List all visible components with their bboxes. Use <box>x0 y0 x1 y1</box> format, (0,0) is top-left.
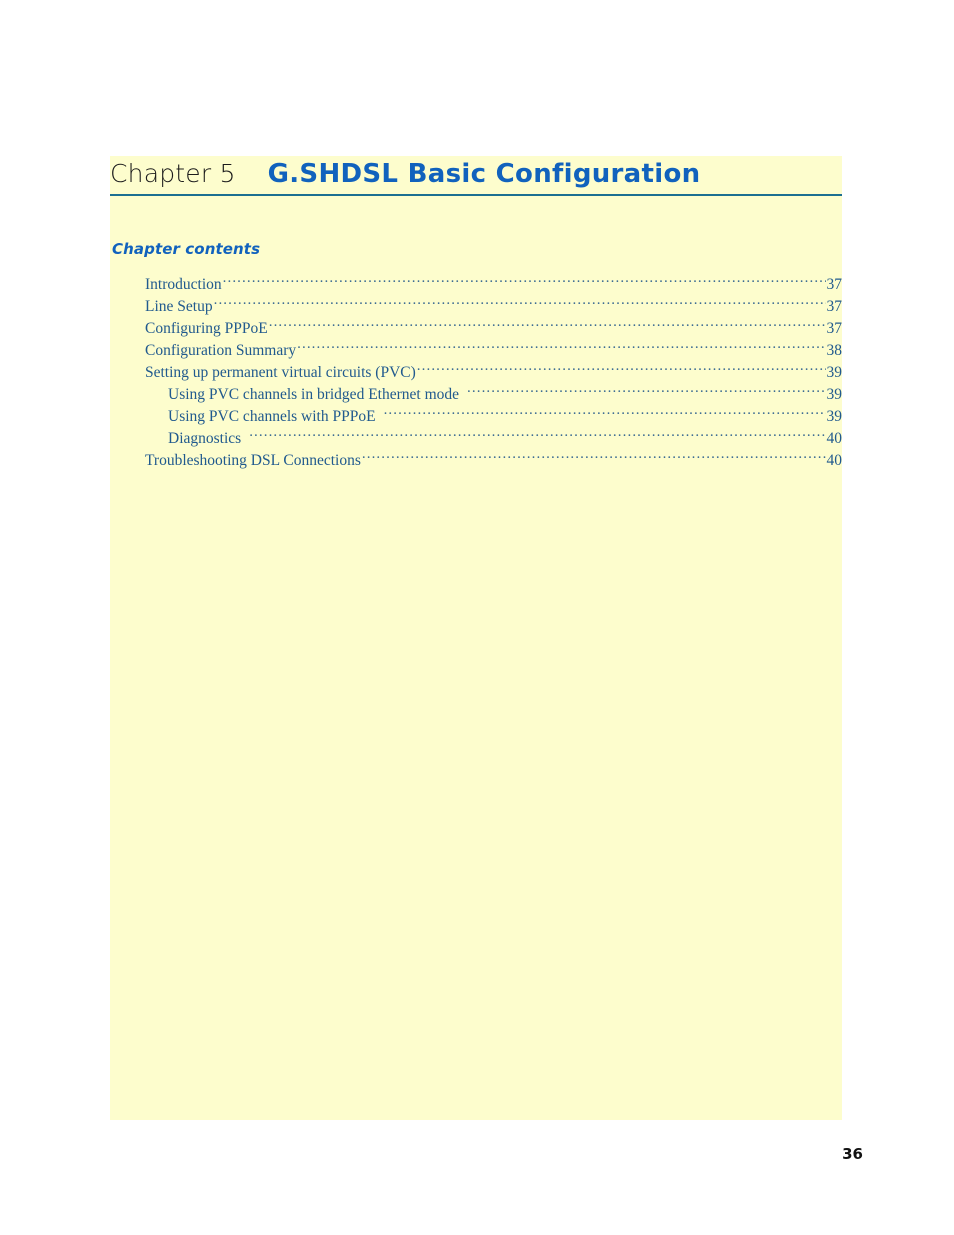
toc-entry-label: Configuring PPPoE <box>145 319 268 337</box>
toc-entry[interactable]: Using PVC channels in bridged Ethernet m… <box>145 383 842 405</box>
toc-leader-dots <box>362 449 826 465</box>
toc-leader-dots <box>417 361 826 377</box>
chapter-title: G.SHDSL Basic Configuration <box>267 159 701 189</box>
header-rule <box>110 194 842 196</box>
toc-entry-label: Line Setup <box>145 297 213 315</box>
toc-leader-dots <box>269 317 826 333</box>
page-number: 36 <box>842 1145 863 1163</box>
toc-entry-page: 39 <box>826 407 843 425</box>
chapter-label: Chapter 5 <box>110 159 236 188</box>
toc-entry-page: 39 <box>826 363 843 381</box>
toc-entry-label: Using PVC channels with PPPoE <box>168 407 376 425</box>
toc-entry-label: Diagnostics <box>168 429 242 447</box>
toc-entry[interactable]: Configuring PPPoE 37 <box>145 317 842 339</box>
toc-entry-label: Configuration Summary <box>145 341 297 359</box>
toc-entry[interactable]: Line Setup 37 <box>145 295 842 317</box>
toc-entry[interactable]: Troubleshooting DSL Connections 40 <box>145 449 842 471</box>
toc-entry[interactable]: Introduction 37 <box>145 273 842 295</box>
toc-leader-dots <box>467 383 825 399</box>
toc-entry-page: 40 <box>826 429 843 447</box>
toc-entry-label: Setting up permanent virtual circuits (P… <box>145 363 416 381</box>
toc-entry-label: Introduction <box>145 275 222 293</box>
toc-entry-page: 37 <box>826 297 843 315</box>
toc-entry-page: 38 <box>826 341 843 359</box>
toc-entry[interactable]: Configuration Summary 38 <box>145 339 842 361</box>
toc-entry-page: 39 <box>826 385 843 403</box>
toc-leader-dots <box>297 339 825 355</box>
chapter-header: Chapter 5 G.SHDSL Basic Configuration <box>110 156 842 197</box>
toc-entry[interactable]: Setting up permanent virtual circuits (P… <box>145 361 842 383</box>
toc-entry-page: 40 <box>826 451 843 469</box>
toc-leader-dots <box>249 427 825 443</box>
toc-leader-dots <box>223 273 826 289</box>
toc-leader-dots <box>214 295 826 311</box>
toc-entry-page: 37 <box>826 319 843 337</box>
table-of-contents: Introduction37Line Setup37Configuring PP… <box>145 273 842 471</box>
toc-entry-page: 37 <box>826 275 843 293</box>
toc-leader-dots <box>384 405 826 421</box>
toc-entry-label: Using PVC channels in bridged Ethernet m… <box>168 385 460 403</box>
chapter-panel: Chapter 5 G.SHDSL Basic Configuration Ch… <box>110 156 842 1120</box>
toc-entry[interactable]: Using PVC channels with PPPoE 39 <box>145 405 842 427</box>
toc-entry[interactable]: Diagnostics 40 <box>145 427 842 449</box>
chapter-contents-heading: Chapter contents <box>112 240 261 258</box>
toc-entry-label: Troubleshooting DSL Connections <box>145 451 361 469</box>
